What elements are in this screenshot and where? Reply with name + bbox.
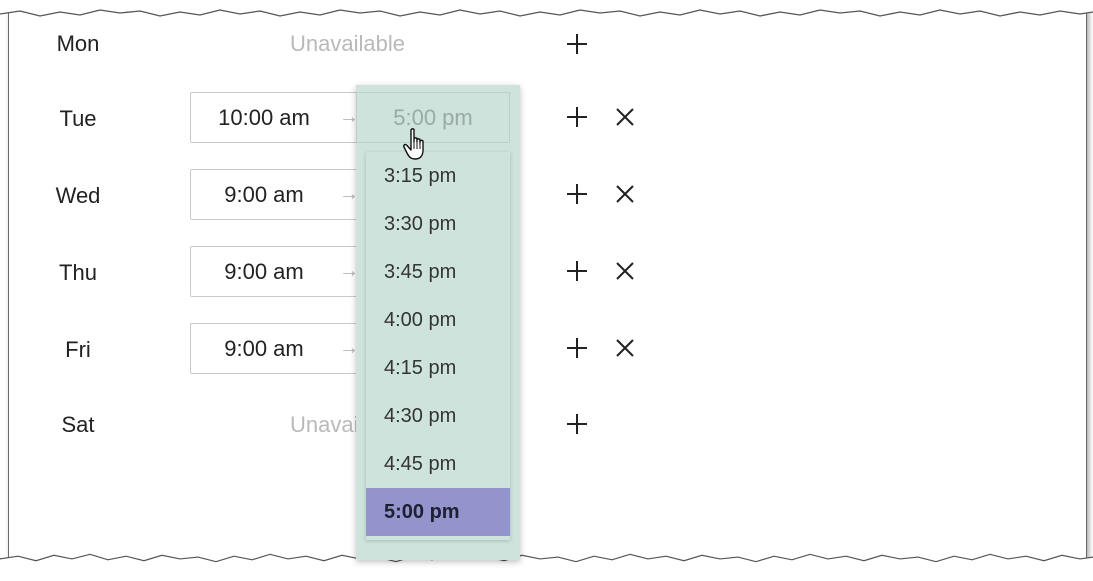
x-icon	[616, 262, 634, 280]
dropdown-option[interactable]: 4:45 pm	[366, 440, 510, 488]
plus-icon	[567, 34, 587, 54]
screenshot-frame	[8, 8, 1087, 568]
day-label-thu: Thu	[59, 260, 97, 285]
start-time-select-tue[interactable]: 10:00 am	[191, 93, 337, 142]
day-label-wed: Wed	[55, 183, 101, 208]
end-time-select-tue[interactable]: 5:00 pm	[356, 92, 510, 143]
unavailable-text-mon: Unavailable	[290, 31, 405, 56]
add-interval-button-thu[interactable]	[563, 257, 591, 285]
day-label-sat: Sat	[61, 412, 95, 437]
add-interval-button-fri[interactable]	[563, 334, 591, 362]
plus-icon	[567, 414, 587, 434]
remove-interval-button-thu[interactable]	[611, 257, 639, 285]
add-interval-button-sat[interactable]	[563, 410, 591, 438]
add-interval-button-mon[interactable]	[563, 30, 591, 58]
add-interval-button-wed[interactable]	[563, 180, 591, 208]
plus-icon	[567, 107, 587, 127]
start-time-select-wed[interactable]: 9:00 am	[191, 170, 337, 219]
x-icon	[616, 108, 634, 126]
torn-edge-bottom	[0, 553, 1093, 578]
dropdown-option[interactable]: 4:30 pm	[366, 392, 510, 440]
plus-icon	[567, 338, 587, 358]
unavailable-text-sat: Unavail	[290, 412, 364, 437]
start-time-select-thu[interactable]: 9:00 am	[191, 247, 337, 296]
dropdown-option[interactable]: 3:45 pm	[366, 248, 510, 296]
day-label-fri: Fri	[65, 337, 91, 362]
day-label-tue: Tue	[59, 106, 97, 131]
day-label-mon: Mon	[56, 31, 100, 56]
plus-icon	[567, 261, 587, 281]
plus-icon	[567, 184, 587, 204]
x-icon	[616, 339, 634, 357]
dropdown-option-selected[interactable]: 5:00 pm	[366, 488, 510, 536]
x-icon	[616, 185, 634, 203]
dropdown-option[interactable]: 3:15 pm	[366, 152, 510, 200]
dropdown-option[interactable]: 3:30 pm	[366, 200, 510, 248]
dropdown-option[interactable]: 4:00 pm	[366, 296, 510, 344]
torn-edge-top	[0, 0, 1093, 17]
remove-interval-button-tue[interactable]	[611, 103, 639, 131]
remove-interval-button-fri[interactable]	[611, 334, 639, 362]
end-time-dropdown-list: 3:15 pm 3:30 pm 3:45 pm 4:00 pm 4:15 pm …	[366, 152, 510, 540]
dropdown-option[interactable]: 4:15 pm	[366, 344, 510, 392]
start-time-select-fri[interactable]: 9:00 am	[191, 324, 337, 373]
remove-interval-button-wed[interactable]	[611, 180, 639, 208]
hand-pointer-icon	[403, 128, 424, 160]
add-interval-button-tue[interactable]	[563, 103, 591, 131]
